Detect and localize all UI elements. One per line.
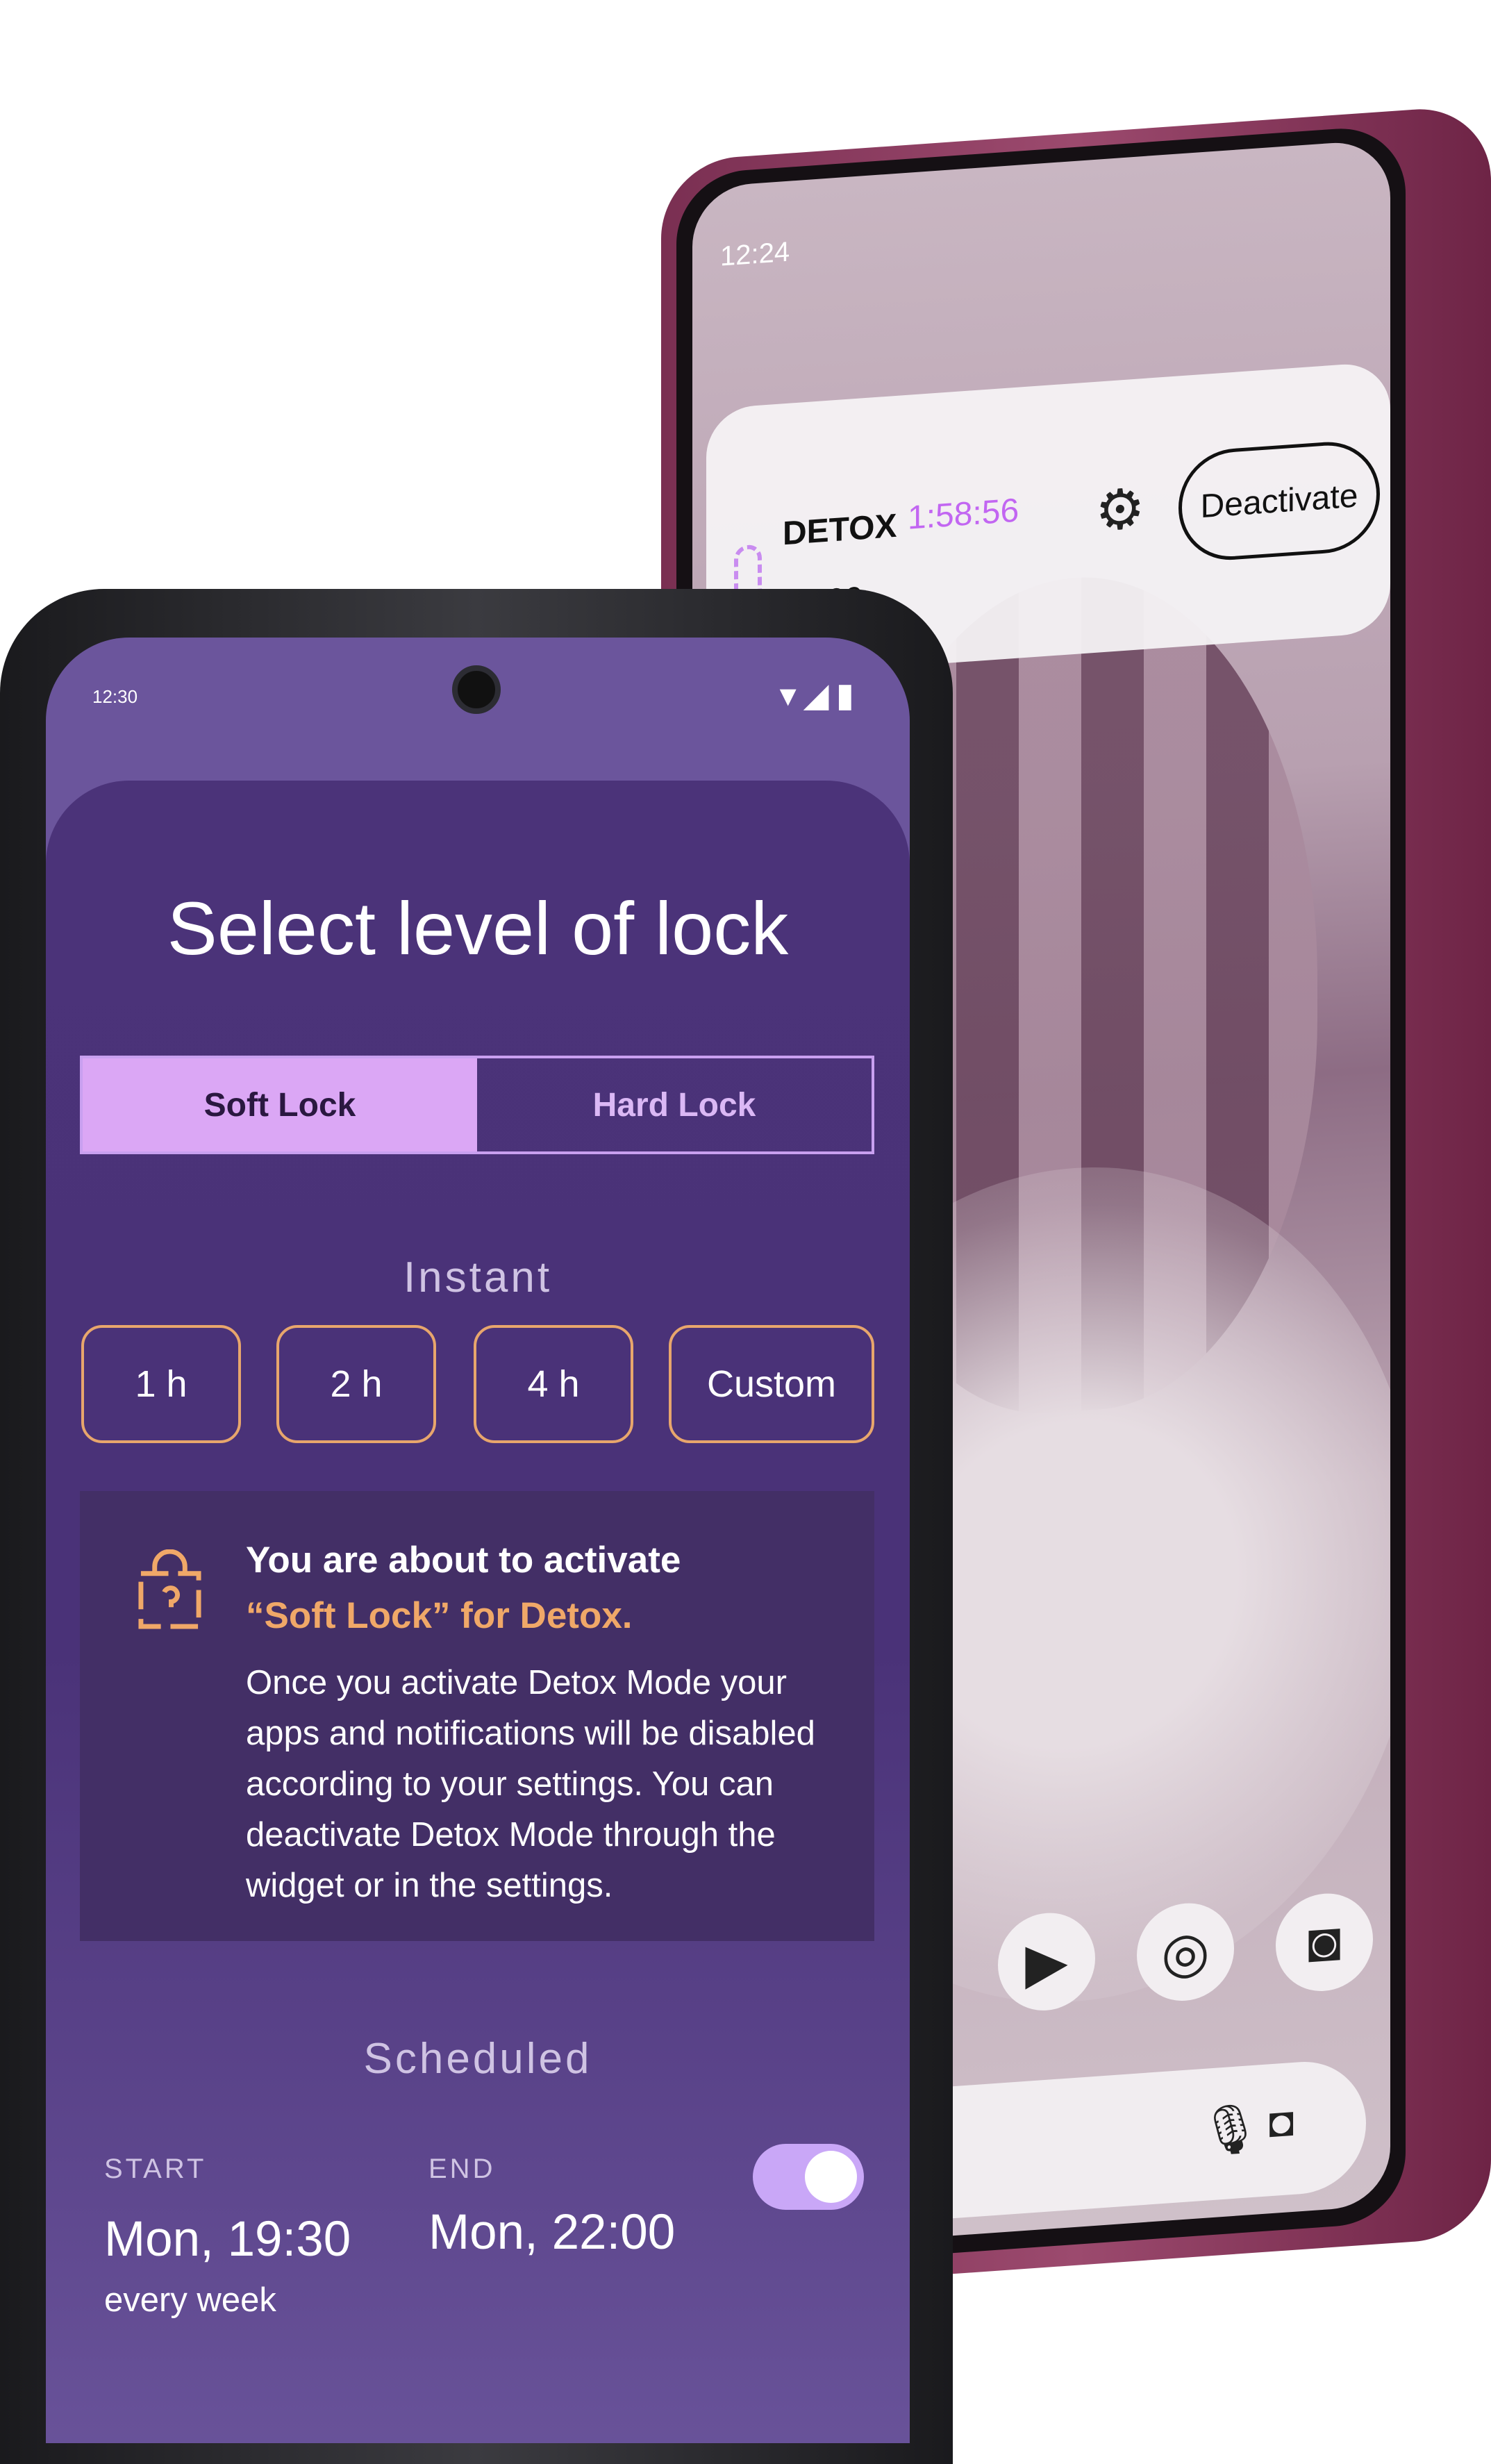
toggle-knob bbox=[805, 2151, 857, 2203]
mic-icon[interactable]: 🎙 bbox=[1199, 2099, 1261, 2161]
tab-hard-lock[interactable]: Hard Lock bbox=[477, 1058, 872, 1151]
end-value[interactable]: Mon, 22:00 bbox=[428, 2204, 675, 2261]
front-phone: 12:30 ▾◢▮ Select level of lock Soft Lock… bbox=[0, 589, 953, 2464]
camera-icon[interactable]: ◙ bbox=[1276, 1890, 1373, 1995]
lock-icon bbox=[734, 544, 762, 595]
scheduled-heading: Scheduled bbox=[363, 2035, 592, 2083]
info-box: You are about to activate “Soft Lock” fo… bbox=[80, 1491, 874, 1941]
front-camera bbox=[452, 665, 501, 714]
widget-timer: 1:58:56 bbox=[908, 492, 1019, 537]
widget-title: DETOX bbox=[783, 507, 897, 553]
app-screen: 12:30 ▾◢▮ Select level of lock Soft Lock… bbox=[46, 638, 910, 2443]
start-value[interactable]: Mon, 19:30 bbox=[104, 2211, 351, 2267]
info-body: Once you activate Detox Mode your apps a… bbox=[246, 1664, 815, 1904]
duration-2h-button[interactable]: 2 h bbox=[276, 1325, 436, 1443]
duration-4h-button[interactable]: 4 h bbox=[474, 1325, 633, 1443]
start-label: START bbox=[104, 2154, 207, 2184]
deactivate-button[interactable]: Deactivate bbox=[1178, 438, 1380, 564]
lock-sheet: Select level of lock Soft Lock Hard Lock… bbox=[46, 781, 910, 2443]
tab-soft-lock[interactable]: Soft Lock bbox=[83, 1058, 477, 1151]
end-label: END bbox=[428, 2154, 496, 2184]
status-icons: ▾◢▮ bbox=[779, 677, 861, 714]
schedule-toggle[interactable] bbox=[753, 2144, 864, 2210]
info-highlight: “Soft Lock” for Detox. bbox=[246, 1595, 633, 1636]
repeat-label: every week bbox=[104, 2281, 276, 2319]
lock-icon bbox=[138, 1549, 201, 1629]
info-headline: You are about to activate bbox=[246, 1540, 681, 1581]
status-time: 12:24 bbox=[720, 236, 790, 272]
duration-custom-button[interactable]: Custom bbox=[669, 1325, 874, 1443]
page-title: Select level of lock bbox=[167, 886, 789, 970]
lock-level-toggle: Soft Lock Hard Lock bbox=[80, 1056, 874, 1154]
duration-1h-button[interactable]: 1 h bbox=[81, 1325, 241, 1443]
lens-icon[interactable]: ◘ bbox=[1269, 2097, 1294, 2147]
instant-heading: Instant bbox=[403, 1254, 553, 1301]
gear-icon[interactable]: ⚙ bbox=[1095, 476, 1145, 544]
status-time: 12:30 bbox=[92, 686, 138, 707]
